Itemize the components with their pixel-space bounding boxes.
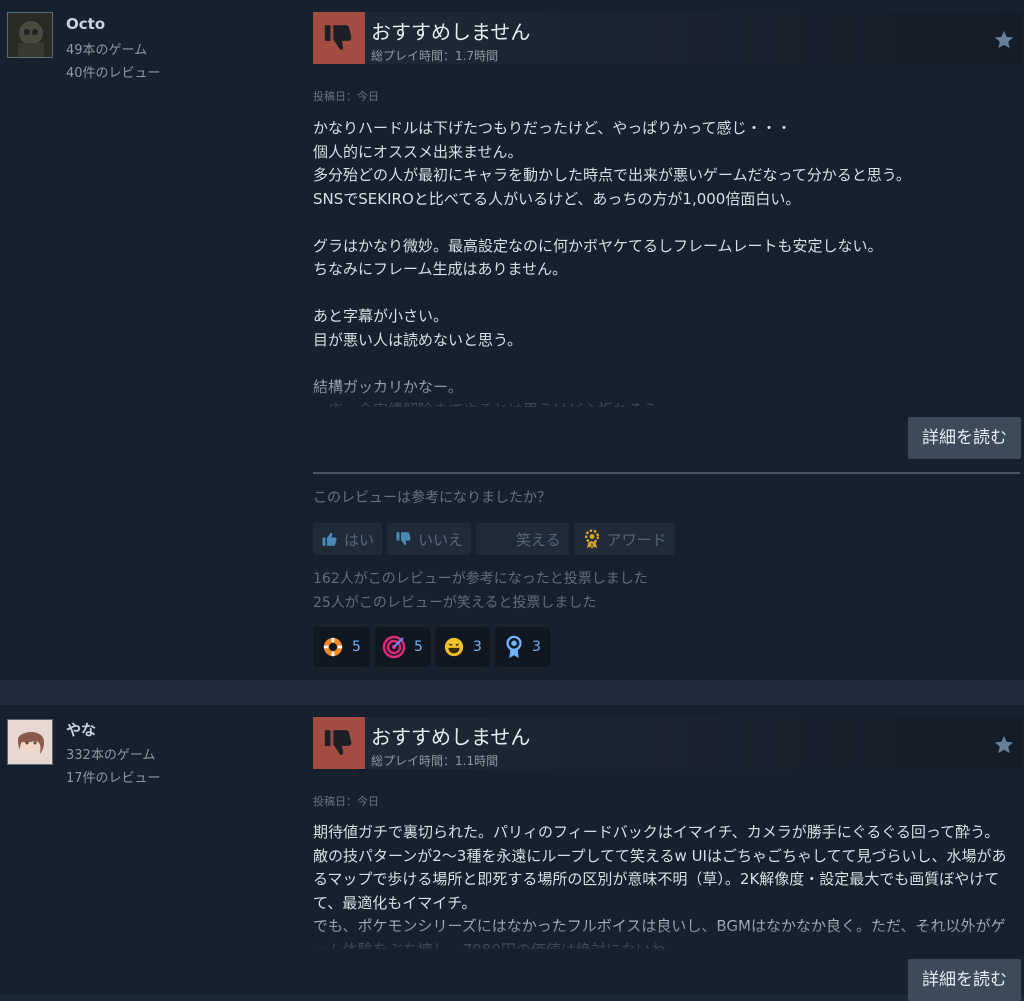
review-line: 結構ガッカリかなー。 [313,377,463,396]
posted-date: 投稿日：今日 [313,90,379,103]
lifebuoy-icon [323,637,343,657]
playtime: 総プレイ時間：1.1時間 [371,754,499,768]
review-count[interactable]: 17件のレビュー [66,767,161,790]
review-line: 個人的にオススメ出来ません。 [313,142,523,161]
no-button[interactable]: いいえ [387,523,472,555]
read-more-button[interactable]: 詳細を読む [908,959,1021,1001]
review-line: SNSでSEKIROと比べてる人がいるけど、あっちの方が1,000倍面白い。 [313,189,801,208]
thumbs-up-icon [322,532,337,546]
username[interactable]: やな [66,719,96,740]
star-icon[interactable] [993,734,1015,756]
no-label: いいえ [418,530,464,549]
review-separator [0,680,1024,705]
playtime: 総プレイ時間：1.7時間 [371,49,499,63]
review-card: やな 332本のゲーム 17件のレビュー おすすめしません 総プレイ時間：1.1… [0,705,1024,1001]
verdict-title: おすすめしません [371,20,531,44]
award-icon [584,529,599,549]
star-icon[interactable] [993,29,1015,51]
review-line: 目が悪い人は読めないと思う。 [313,330,523,349]
yes-label: はい [344,530,375,549]
medal-icon [506,635,522,659]
award-count: 3 [532,639,541,655]
games-owned[interactable]: 332本のゲーム [66,744,161,767]
thumbs-down-icon [396,532,411,546]
award-target[interactable]: 5 [375,627,430,667]
laughing-face-icon [444,637,464,657]
vote-header[interactable]: おすすめしません 総プレイ時間：1.7時間 [313,12,1023,64]
review-line: 一応、全実績解除までやるとは思うけど心折れそう。 [313,399,1013,407]
review-line: かなりハードルは下げたつもりだったけど、やっぱりかって感じ・・・ [313,119,792,137]
yes-button[interactable]: はい [313,523,383,555]
award-label: アワード [606,530,667,549]
review-line: あと字幕が小さい。 [313,307,449,325]
review-line: ちなみにフレーム生成はありません。 [313,260,568,278]
vote-header[interactable]: おすすめしません 総プレイ時間：1.1時間 [313,717,1023,769]
award-count: 5 [414,639,423,655]
review-line: 多分殆どの人が最初にキャラを動かした時点で出来が悪いゲームだなって分かると思う。 [313,166,911,184]
funny-button[interactable]: 笑える [476,523,569,555]
username[interactable]: Octo [66,15,105,33]
award-medal[interactable]: 3 [495,627,550,667]
divider [313,472,1020,474]
review-count[interactable]: 40件のレビュー [66,62,161,85]
award-count: 5 [352,639,361,655]
review-line: グラはかなり微妙。最高設定なのに何かボヤケてるしフレームレートも安定しない。 [313,236,883,255]
avatar[interactable] [7,12,53,58]
award-count: 3 [473,639,482,655]
award-lifebuoy[interactable]: 5 [313,627,370,667]
review-body: かなりハードルは下げたつもりだったけど、やっぱりかって感じ・・・ 個人的にオスス… [313,117,1013,407]
award-button[interactable]: アワード [573,523,675,555]
thumbs-down-icon [313,12,365,64]
vote-buttons: はい いいえ 笑える アワード [313,523,675,555]
helpful-count: 162人がこのレビューが参考になったと投票しました [313,571,648,587]
awards-row: 5 5 3 3 [313,627,550,667]
review-paragraph: でも、ポケモンシリーズにはなかったフルボイスは良いし、BGMはなかなか良く。ただ… [313,917,1006,949]
avatar[interactable] [7,719,53,765]
read-more-button[interactable]: 詳細を読む [908,417,1021,459]
review-body: 期待値ガチで裏切られた。パリィのフィードバックはイマイチ、カメラが勝手にぐるぐる… [313,821,1013,949]
funny-count: 25人がこのレビューが笑えると投票しました [313,595,597,611]
target-icon [382,635,406,659]
award-laugh[interactable]: 3 [435,627,490,667]
helpful-question: このレビューは参考になりましたか？ [313,490,551,506]
posted-date: 投稿日：今日 [313,795,379,808]
verdict-title: おすすめしません [371,725,531,749]
games-owned[interactable]: 49本のゲーム [66,39,161,62]
review-card: Octo 49本のゲーム 40件のレビュー おすすめしません 総プレイ時間：1.… [0,0,1024,680]
thumbs-down-icon [313,717,365,769]
review-paragraph: 期待値ガチで裏切られた。パリィのフィードバックはイマイチ、カメラが勝手にぐるぐる… [313,823,1007,912]
funny-label: 笑える [516,530,561,549]
